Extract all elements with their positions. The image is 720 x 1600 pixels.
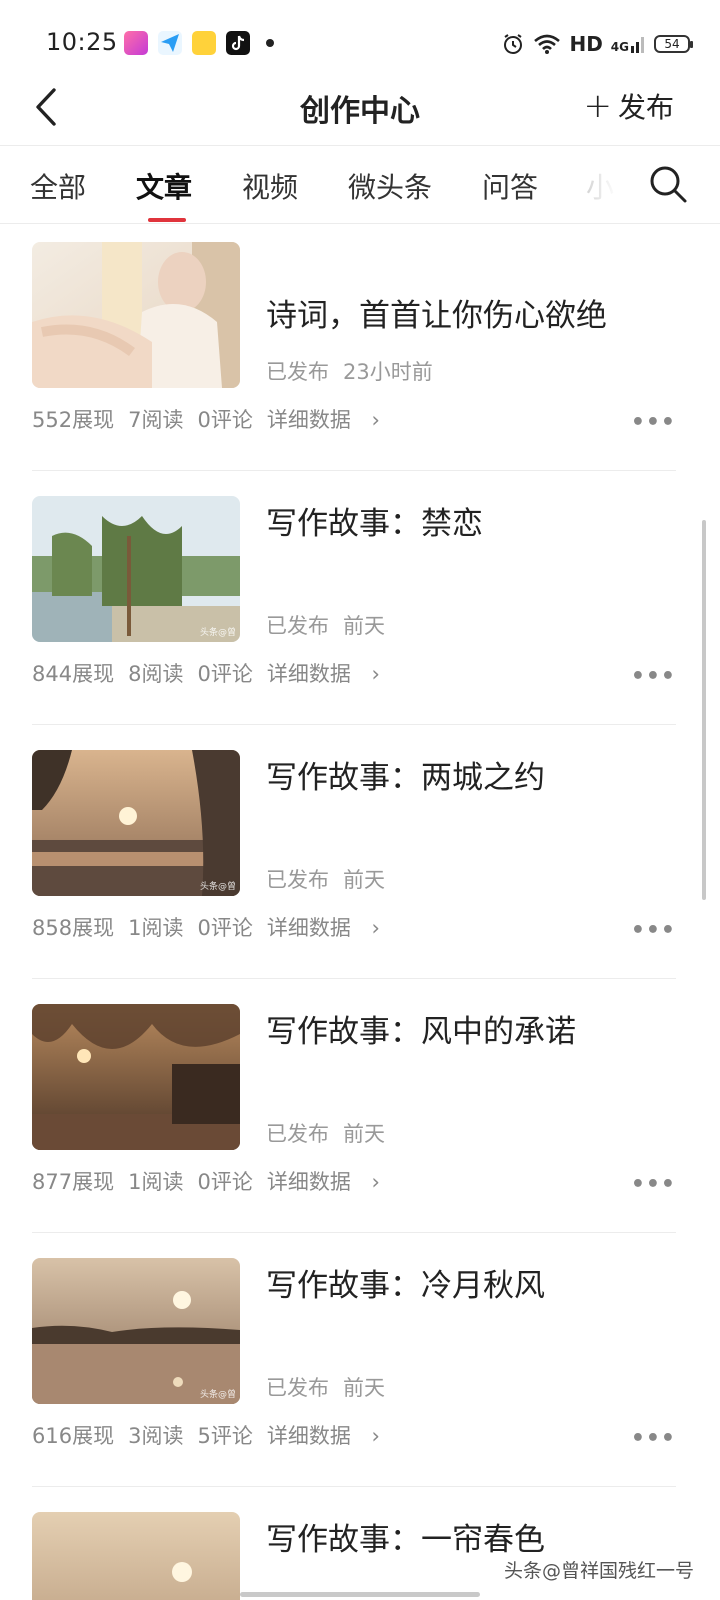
more-options-icon[interactable]: •••	[631, 1172, 676, 1197]
comments-count: 0评论	[197, 662, 253, 686]
thumbnail-watermark: 头条@曾	[199, 882, 236, 892]
article-thumbnail	[32, 242, 240, 388]
app-header: 创作中心 + 发布	[0, 80, 720, 146]
tab-qa[interactable]: 问答	[482, 166, 538, 206]
active-tab-indicator	[148, 218, 186, 222]
tab-videos[interactable]: 视频	[242, 166, 298, 206]
divider	[32, 470, 676, 471]
signal-type: 4G	[610, 40, 629, 54]
notification-dot	[266, 39, 274, 47]
impressions-count: 877展现	[32, 1170, 115, 1194]
detail-data-link[interactable]: 详细数据 ›	[267, 1424, 380, 1448]
category-tabs: 全部 文章 视频 微头条 问答 小	[0, 146, 720, 224]
more-options-icon[interactable]: •••	[631, 664, 676, 689]
scrollbar[interactable]	[702, 520, 706, 900]
send-icon	[158, 31, 182, 55]
tab-all[interactable]: 全部	[30, 166, 86, 206]
publish-button[interactable]: + 发布	[583, 86, 674, 126]
thumbnail-watermark: 头条@曾	[199, 628, 236, 638]
tab-fade-overlay	[578, 162, 634, 212]
reads-count: 1阅读	[128, 916, 184, 940]
article-thumbnail: 头条@曾	[32, 496, 240, 642]
article-status: 已发布 23小时前	[266, 356, 433, 386]
network-type: HD	[569, 32, 603, 56]
article-thumbnail	[32, 1512, 240, 1600]
plus-icon: +	[583, 86, 612, 126]
detail-data-link[interactable]: 详细数据 ›	[267, 1170, 380, 1194]
impressions-count: 616展现	[32, 1424, 115, 1448]
thumbnail-watermark: 头条@曾	[199, 1390, 236, 1400]
article-title[interactable]: 写作故事：一帘春色	[266, 1514, 545, 1559]
publish-status: 已发布	[266, 1122, 329, 1146]
comments-count: 0评论	[197, 408, 253, 432]
detail-data-link[interactable]: 详细数据 ›	[267, 916, 380, 940]
article-card[interactable]: 诗词，首首让你伤心欲绝 已发布 23小时前 552展现 7阅读 0评论 详细数据 › •…	[32, 242, 690, 502]
reads-count: 3阅读	[128, 1424, 184, 1448]
article-status: 已发布 前天	[266, 1372, 385, 1402]
publish-status: 已发布	[266, 360, 329, 384]
search-icon[interactable]	[648, 164, 688, 204]
reads-count: 8阅读	[128, 662, 184, 686]
page-watermark: 头条@曾祥国残红一号	[503, 1560, 694, 1582]
article-title[interactable]: 写作故事：两城之约	[266, 752, 545, 797]
status-time: 10:25	[46, 28, 118, 56]
more-options-icon[interactable]: •••	[631, 918, 676, 943]
publish-time: 前天	[343, 1376, 385, 1400]
publish-time: 前天	[343, 868, 385, 892]
comments-count: 5评论	[197, 1424, 253, 1448]
article-title[interactable]: 诗词，首首让你伤心欲绝	[266, 290, 607, 335]
reads-count: 1阅读	[128, 1170, 184, 1194]
impressions-count: 858展现	[32, 916, 115, 940]
article-title[interactable]: 写作故事：禁恋	[266, 498, 483, 543]
article-stats: 552展现 7阅读 0评论 详细数据 ›	[32, 404, 394, 434]
publish-status: 已发布	[266, 868, 329, 892]
tiktok-icon	[226, 31, 250, 55]
article-status: 已发布 前天	[266, 610, 385, 640]
article-thumbnail: 头条@曾	[32, 1258, 240, 1404]
divider	[32, 1486, 676, 1487]
comments-count: 0评论	[197, 1170, 253, 1194]
publish-time: 前天	[343, 614, 385, 638]
home-indicator[interactable]	[240, 1592, 480, 1597]
article-card[interactable]: 写作故事：风中的承诺 已发布 前天 877展现 1阅读 0评论 详细数据 › •••	[32, 1004, 690, 1264]
article-thumbnail: 头条@曾	[32, 750, 240, 896]
publish-time: 23小时前	[343, 360, 433, 384]
article-card[interactable]: 头条@曾 写作故事：禁恋 已发布 前天 844展现 8阅读 0评论 详细数据 › •••	[32, 496, 690, 756]
publish-time: 前天	[343, 1122, 385, 1146]
app-icon-2	[192, 31, 216, 55]
more-options-icon[interactable]: •••	[631, 410, 676, 435]
article-thumbnail	[32, 1004, 240, 1150]
divider	[32, 978, 676, 979]
publish-label: 发布	[617, 91, 674, 124]
battery-indicator: 54	[654, 35, 693, 53]
impressions-count: 552展现	[32, 408, 115, 432]
article-status: 已发布 前天	[266, 1118, 385, 1148]
comments-count: 0评论	[197, 916, 253, 940]
article-stats: 877展现 1阅读 0评论 详细数据 ›	[32, 1166, 394, 1196]
detail-data-link[interactable]: 详细数据 ›	[267, 408, 380, 432]
publish-status: 已发布	[266, 1376, 329, 1400]
article-title[interactable]: 写作故事：风中的承诺	[266, 1006, 576, 1051]
article-status: 已发布 前天	[266, 864, 385, 894]
divider	[32, 1232, 676, 1233]
tab-articles[interactable]: 文章	[136, 166, 192, 206]
article-card[interactable]: 头条@曾 写作故事：冷月秋风 已发布 前天 616展现 3阅读 5评论 详细数据 › •…	[32, 1258, 690, 1518]
tab-micro-posts[interactable]: 微头条	[348, 166, 432, 206]
article-stats: 844展现 8阅读 0评论 详细数据 ›	[32, 658, 394, 688]
article-card[interactable]: 头条@曾 写作故事：两城之约 已发布 前天 858展现 1阅读 0评论 详细数据 › •…	[32, 750, 690, 1010]
impressions-count: 844展现	[32, 662, 115, 686]
app-icon-1	[124, 31, 148, 55]
article-stats: 616展现 3阅读 5评论 详细数据 ›	[32, 1420, 394, 1450]
article-stats: 858展现 1阅读 0评论 详细数据 ›	[32, 912, 394, 942]
signal-icon	[631, 37, 644, 53]
publish-status: 已发布	[266, 614, 329, 638]
reads-count: 7阅读	[128, 408, 184, 432]
status-bar: 10:25 HD 4G 54	[0, 0, 720, 80]
detail-data-link[interactable]: 详细数据 ›	[267, 662, 380, 686]
wifi-icon	[534, 34, 561, 54]
alarm-icon	[504, 34, 523, 54]
article-title[interactable]: 写作故事：冷月秋风	[266, 1260, 545, 1305]
more-options-icon[interactable]: •••	[631, 1426, 676, 1451]
divider	[32, 724, 676, 725]
